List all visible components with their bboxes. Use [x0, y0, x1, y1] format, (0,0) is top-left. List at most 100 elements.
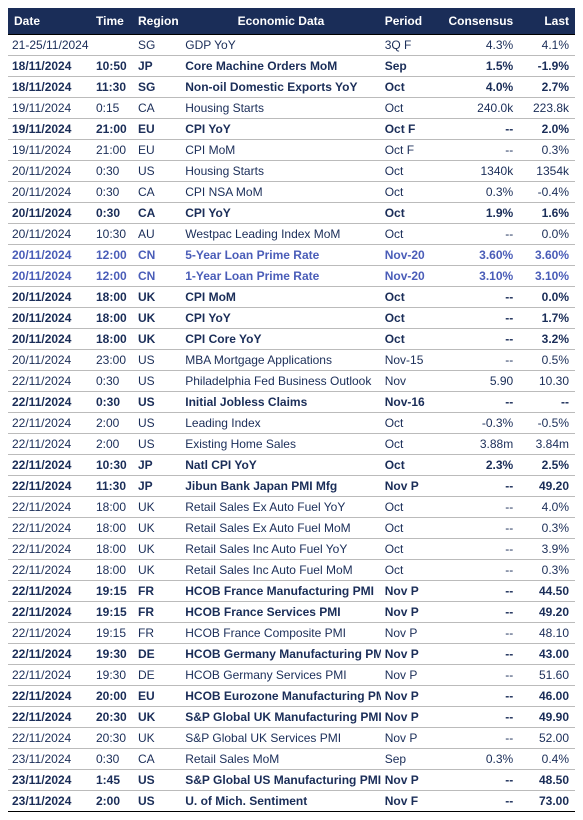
cell-last: 73.00 — [517, 791, 575, 812]
cell-period: Nov P — [381, 623, 439, 644]
cell-period: Nov-20 — [381, 266, 439, 287]
cell-data: HCOB Germany Services PMI — [181, 665, 380, 686]
cell-region: US — [134, 161, 181, 182]
cell-date: 22/11/2024 — [8, 434, 92, 455]
cell-region: CA — [134, 98, 181, 119]
cell-consensus: -- — [438, 644, 517, 665]
cell-period: Oct — [381, 434, 439, 455]
cell-region: SG — [134, 35, 181, 56]
cell-consensus: -- — [438, 623, 517, 644]
cell-time: 18:00 — [92, 329, 134, 350]
cell-consensus: -- — [438, 476, 517, 497]
header-region: Region — [134, 8, 181, 35]
cell-time: 18:00 — [92, 518, 134, 539]
cell-data: HCOB France Manufacturing PMI — [181, 581, 380, 602]
header-time: Time — [92, 8, 134, 35]
cell-region: CN — [134, 266, 181, 287]
cell-consensus: -- — [438, 329, 517, 350]
cell-last: 0.0% — [517, 287, 575, 308]
cell-date: 22/11/2024 — [8, 623, 92, 644]
cell-time: 18:00 — [92, 539, 134, 560]
table-header-row: Date Time Region Economic Data Period Co… — [8, 8, 575, 35]
cell-date: 20/11/2024 — [8, 161, 92, 182]
cell-consensus: -- — [438, 686, 517, 707]
cell-data: CPI MoM — [181, 287, 380, 308]
cell-date: 22/11/2024 — [8, 455, 92, 476]
cell-period: Oct F — [381, 140, 439, 161]
header-consensus: Consensus — [438, 8, 517, 35]
cell-time: 2:00 — [92, 791, 134, 812]
cell-last: 1.7% — [517, 308, 575, 329]
cell-time: 19:15 — [92, 581, 134, 602]
cell-last: 52.00 — [517, 728, 575, 749]
cell-data: S&P Global US Manufacturing PMI — [181, 770, 380, 791]
cell-region: UK — [134, 560, 181, 581]
cell-data: Retail Sales MoM — [181, 749, 380, 770]
cell-last: -- — [517, 392, 575, 413]
cell-data: 5-Year Loan Prime Rate — [181, 245, 380, 266]
table-row: 19/11/202421:00EUCPI YoYOct F--2.0% — [8, 119, 575, 140]
cell-period: Nov P — [381, 686, 439, 707]
cell-date: 20/11/2024 — [8, 308, 92, 329]
cell-date: 18/11/2024 — [8, 56, 92, 77]
cell-data: U. of Mich. Sentiment — [181, 791, 380, 812]
cell-date: 18/11/2024 — [8, 77, 92, 98]
table-row: 20/11/202412:00CN5-Year Loan Prime RateN… — [8, 245, 575, 266]
cell-date: 20/11/2024 — [8, 224, 92, 245]
cell-period: Oct — [381, 539, 439, 560]
cell-last: 2.5% — [517, 455, 575, 476]
cell-time: 0:30 — [92, 371, 134, 392]
table-row: 22/11/20242:00USExisting Home SalesOct3.… — [8, 434, 575, 455]
cell-region: US — [134, 350, 181, 371]
cell-region: FR — [134, 581, 181, 602]
cell-period: Nov-15 — [381, 350, 439, 371]
cell-data: S&P Global UK Manufacturing PMI — [181, 707, 380, 728]
table-row: 22/11/202420:00EUHCOB Eurozone Manufactu… — [8, 686, 575, 707]
cell-period: Oct — [381, 413, 439, 434]
cell-time: 19:15 — [92, 602, 134, 623]
cell-region: UK — [134, 728, 181, 749]
cell-consensus: -- — [438, 224, 517, 245]
cell-date: 22/11/2024 — [8, 581, 92, 602]
table-row: 20/11/20240:30CACPI NSA MoMOct0.3%-0.4% — [8, 182, 575, 203]
cell-consensus: 3.88m — [438, 434, 517, 455]
cell-consensus: -- — [438, 665, 517, 686]
cell-time: 18:00 — [92, 308, 134, 329]
cell-consensus: -- — [438, 350, 517, 371]
cell-date: 23/11/2024 — [8, 791, 92, 812]
cell-data: Philadelphia Fed Business Outlook — [181, 371, 380, 392]
cell-consensus: 1.5% — [438, 56, 517, 77]
cell-data: HCOB Germany Manufacturing PMI — [181, 644, 380, 665]
cell-period: Sep — [381, 56, 439, 77]
cell-region: UK — [134, 287, 181, 308]
cell-consensus: 0.3% — [438, 749, 517, 770]
cell-time: 0:15 — [92, 98, 134, 119]
table-row: 23/11/20240:30CARetail Sales MoMSep0.3%0… — [8, 749, 575, 770]
cell-time: 18:00 — [92, 497, 134, 518]
cell-date: 22/11/2024 — [8, 665, 92, 686]
cell-date: 20/11/2024 — [8, 350, 92, 371]
table-row: 22/11/202419:30DEHCOB Germany Services P… — [8, 665, 575, 686]
cell-consensus: -- — [438, 119, 517, 140]
cell-time: 2:00 — [92, 413, 134, 434]
cell-last: 0.3% — [517, 560, 575, 581]
cell-period: Nov P — [381, 581, 439, 602]
cell-region: US — [134, 371, 181, 392]
cell-period: Oct — [381, 308, 439, 329]
table-row: 20/11/20240:30USHousing StartsOct1340k13… — [8, 161, 575, 182]
cell-period: Nov P — [381, 476, 439, 497]
cell-date: 22/11/2024 — [8, 560, 92, 581]
table-row: 18/11/202410:50JPCore Machine Orders MoM… — [8, 56, 575, 77]
cell-consensus: 240.0k — [438, 98, 517, 119]
header-last: Last — [517, 8, 575, 35]
cell-date: 22/11/2024 — [8, 728, 92, 749]
cell-consensus: -- — [438, 539, 517, 560]
cell-time: 12:00 — [92, 245, 134, 266]
cell-data: Jibun Bank Japan PMI Mfg — [181, 476, 380, 497]
cell-period: Oct — [381, 203, 439, 224]
cell-consensus: 4.3% — [438, 35, 517, 56]
cell-time: 0:30 — [92, 182, 134, 203]
cell-date: 20/11/2024 — [8, 329, 92, 350]
cell-last: -0.5% — [517, 413, 575, 434]
cell-region: US — [134, 392, 181, 413]
